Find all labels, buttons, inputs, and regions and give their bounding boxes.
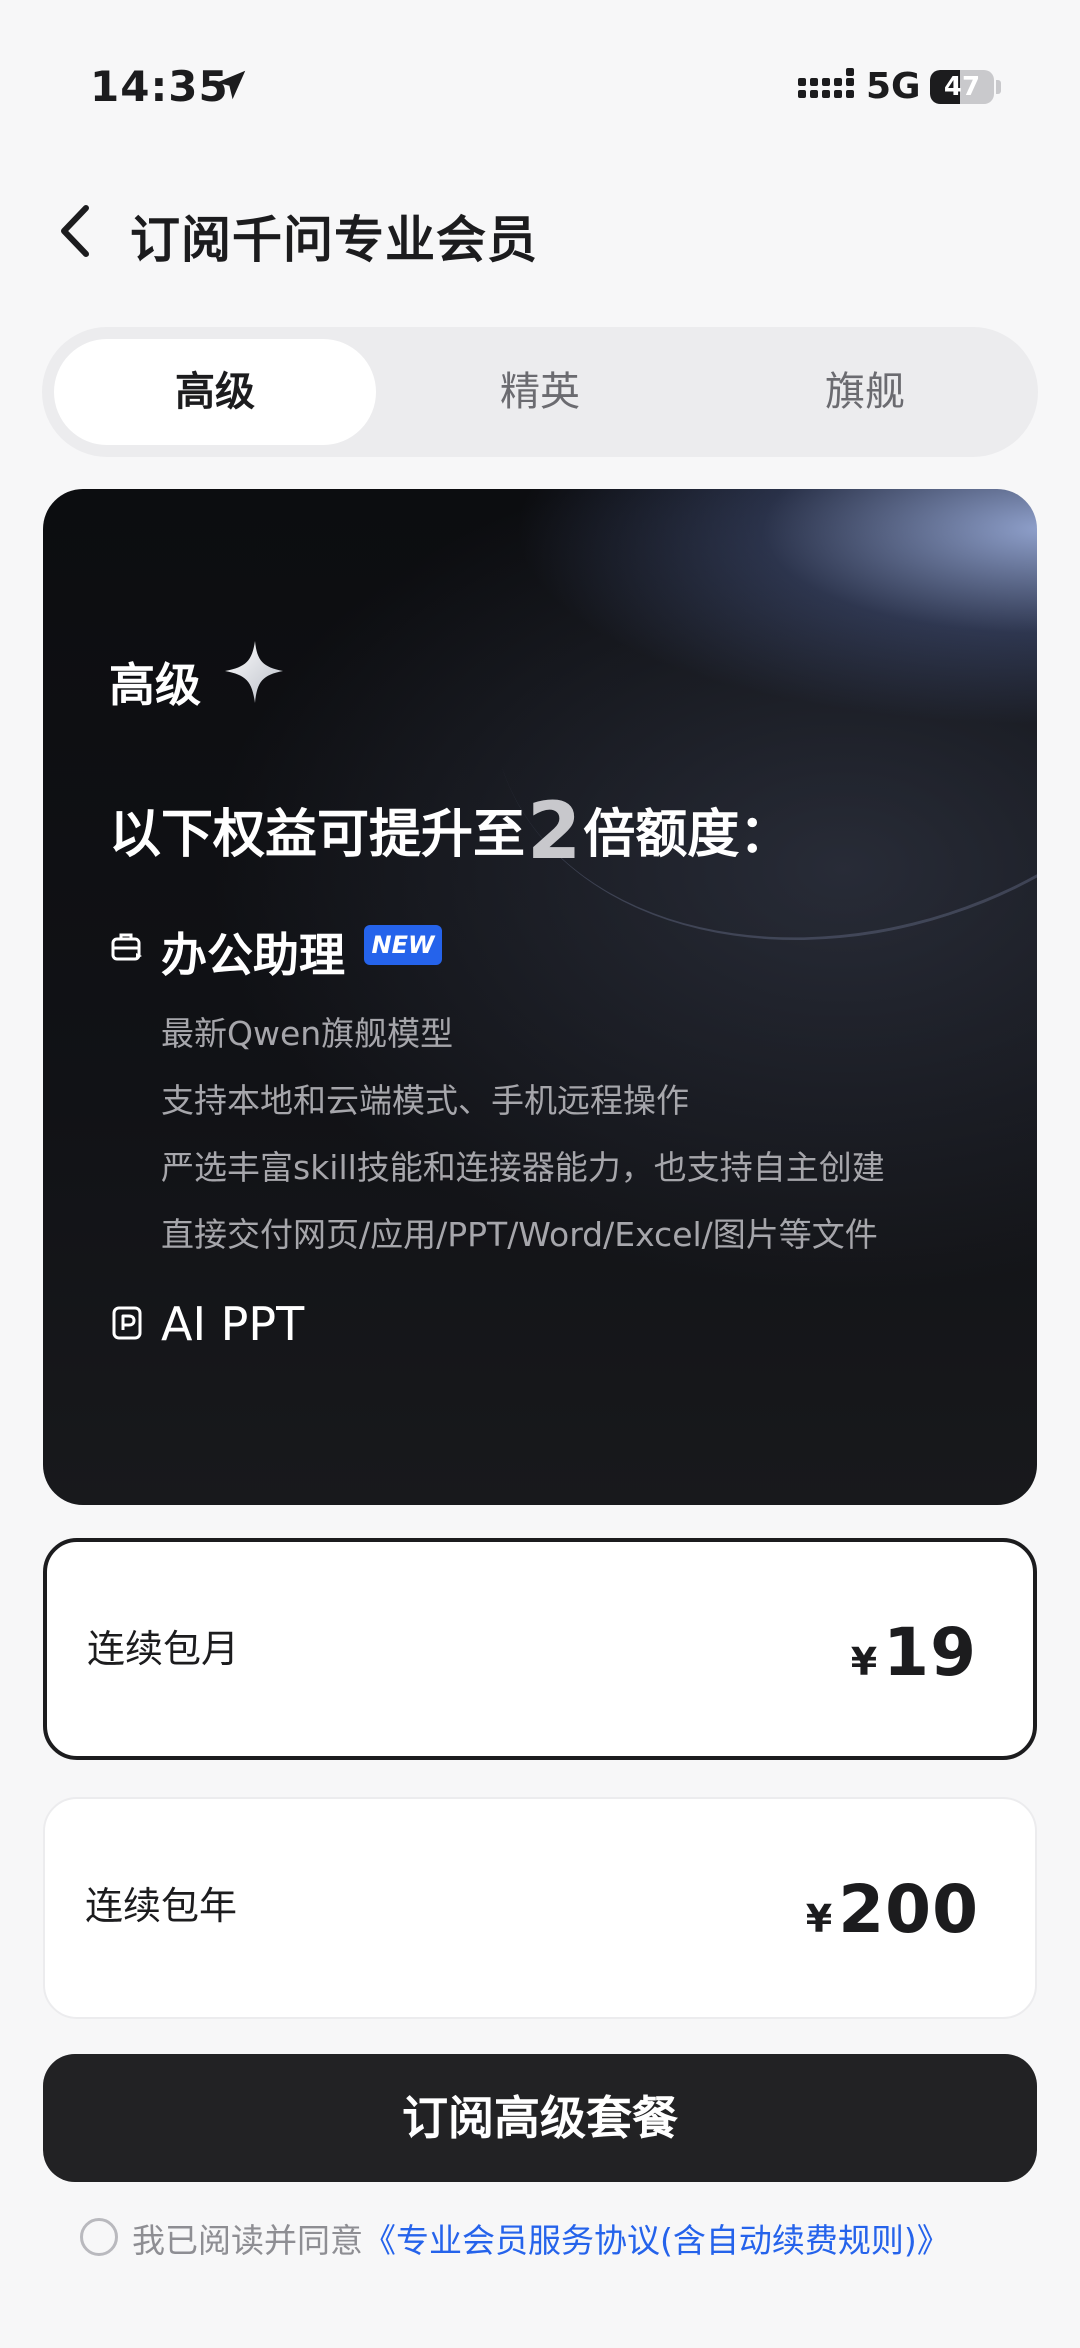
tab-premium[interactable]: 高级 bbox=[54, 339, 376, 445]
tab-elite[interactable]: 精英 bbox=[379, 339, 701, 445]
agreement-checkbox[interactable] bbox=[80, 2218, 118, 2256]
feature-item: 最新Qwen旗舰模型 bbox=[161, 1014, 454, 1053]
price-amount: 200 bbox=[838, 1871, 979, 1948]
agreement-text: 我已阅读并同意 bbox=[132, 2221, 363, 2260]
feature-item: 直接交付网页/应用/PPT/Word/Excel/图片等文件 bbox=[161, 1215, 878, 1254]
benefits-tier-label: 高级 bbox=[109, 658, 201, 712]
benefits-headline: 以下权益可提升至2倍额度： bbox=[109, 787, 791, 877]
signal-strength-icon bbox=[798, 68, 854, 98]
quota-multiplier: 2 bbox=[527, 787, 582, 877]
plan-option-yearly[interactable]: 连续包年 ¥200 bbox=[43, 1797, 1037, 2019]
feature-item: 支持本地和云端模式、手机远程操作 bbox=[161, 1081, 689, 1120]
price-amount: 19 bbox=[883, 1614, 977, 1691]
battery-icon: 47 bbox=[930, 70, 994, 104]
plan-label: 连续包月 bbox=[87, 1627, 240, 1671]
ppt-icon bbox=[112, 1306, 142, 1340]
benefits-card: 高级 以下权益可提升至2倍额度： 办公助理 NEW 最新Qwen旗舰模型 支持本… bbox=[43, 489, 1037, 1505]
network-type: 5G bbox=[866, 66, 921, 107]
agreement-row: 我已阅读并同意《专业会员服务协议(含自动续费规则)》 bbox=[132, 2214, 950, 2262]
battery-level: 47 bbox=[943, 72, 981, 102]
feature-title-office-assistant: 办公助理 bbox=[161, 928, 345, 982]
new-badge: NEW bbox=[364, 925, 442, 965]
page-title: 订阅千问专业会员 bbox=[130, 211, 538, 269]
plan-label: 连续包年 bbox=[85, 1884, 238, 1928]
service-agreement-link[interactable]: 《专业会员服务协议(含自动续费规则)》 bbox=[363, 2221, 950, 2260]
status-bar: 14:35 5G 47 bbox=[0, 0, 1080, 150]
battery-cap bbox=[996, 80, 1001, 94]
feature-item: 严选丰富skill技能和连接器能力，也支持自主创建 bbox=[161, 1148, 885, 1187]
status-time: 14:35 bbox=[90, 62, 229, 111]
tab-flagship[interactable]: 旗舰 bbox=[704, 339, 1026, 445]
location-arrow-icon bbox=[216, 70, 246, 100]
back-arrow-icon[interactable] bbox=[48, 198, 104, 264]
office-assistant-icon bbox=[111, 933, 142, 961]
headline-suffix: 倍额度： bbox=[583, 805, 792, 865]
currency-symbol: ¥ bbox=[805, 1897, 833, 1941]
plan-tier-tabs: 高级 精英 旗舰 bbox=[42, 327, 1038, 457]
sparkle-icon bbox=[225, 641, 283, 703]
feature-title-ai-ppt: AI PPT bbox=[161, 1297, 305, 1351]
currency-symbol: ¥ bbox=[850, 1640, 878, 1684]
decorative-light-arc bbox=[415, 489, 1037, 1033]
plan-price: ¥19 bbox=[851, 1614, 977, 1691]
subscribe-button[interactable]: 订阅高级套餐 bbox=[43, 2054, 1037, 2182]
plan-option-monthly[interactable]: 连续包月 ¥19 bbox=[43, 1538, 1037, 1760]
headline-prefix: 以下权益可提升至 bbox=[109, 805, 526, 865]
plan-price: ¥200 bbox=[806, 1871, 979, 1948]
